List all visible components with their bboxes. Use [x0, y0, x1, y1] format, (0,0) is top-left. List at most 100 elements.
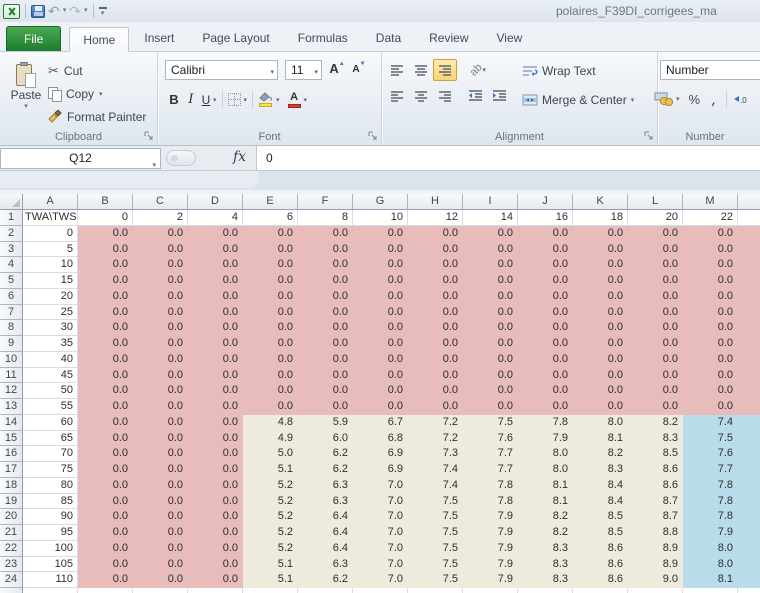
cell[interactable]: 0.0: [78, 273, 133, 289]
cell[interactable]: 0.0: [133, 273, 188, 289]
cell[interactable]: 0.0: [683, 304, 738, 321]
cell[interactable]: 0.0: [408, 273, 463, 289]
cell[interactable]: 8.4: [573, 477, 628, 494]
cell[interactable]: 0.0: [683, 351, 738, 368]
cell[interactable]: 8.2: [628, 414, 683, 431]
cell[interactable]: 7.7: [683, 462, 738, 478]
row-header-23[interactable]: 23: [0, 556, 23, 573]
copy-button[interactable]: Copy ▾: [48, 84, 103, 104]
cell[interactable]: 0.0: [628, 257, 683, 273]
cell[interactable]: 0.0: [298, 399, 353, 415]
cell[interactable]: 0.0: [298, 273, 353, 289]
cell[interactable]: 7.8: [683, 509, 738, 525]
cell[interactable]: 6.9: [353, 446, 408, 462]
paste-button[interactable]: Paste ▾: [6, 59, 46, 129]
cell[interactable]: 8.0: [573, 414, 628, 431]
cell[interactable]: 8.0: [683, 540, 738, 557]
cell[interactable]: 0.0: [243, 288, 298, 305]
cell[interactable]: 0.0: [243, 273, 298, 289]
cell[interactable]: 0.0: [738, 241, 760, 258]
row-header-25[interactable]: [0, 588, 23, 593]
cell[interactable]: 7.0: [353, 477, 408, 494]
cell[interactable]: 0.0: [463, 336, 518, 352]
cell[interactable]: 0.0: [463, 383, 518, 399]
cell[interactable]: 55: [23, 399, 78, 415]
tab-page-layout[interactable]: Page Layout: [189, 26, 282, 51]
cell[interactable]: 7.8: [463, 477, 518, 494]
cell[interactable]: 7.4: [408, 462, 463, 478]
cell[interactable]: 0.0: [243, 367, 298, 384]
tab-file[interactable]: File: [6, 26, 62, 51]
cell[interactable]: 7.2: [738, 572, 760, 588]
underline-button[interactable]: U: [199, 93, 213, 107]
cell[interactable]: 0.0: [683, 383, 738, 399]
cell[interactable]: 0.0: [188, 367, 243, 384]
cell[interactable]: 0.0: [408, 383, 463, 399]
cell[interactable]: 0.0: [518, 241, 573, 258]
cell[interactable]: 8.6: [573, 556, 628, 573]
cell[interactable]: 0.0: [683, 257, 738, 273]
cell[interactable]: 8.6: [573, 540, 628, 557]
cell[interactable]: 0.0: [298, 383, 353, 399]
cell[interactable]: 8.1: [518, 477, 573, 494]
redo-caret-icon[interactable]: ▾: [84, 7, 88, 15]
column-header-F[interactable]: F: [298, 194, 353, 210]
cell[interactable]: 0.0: [573, 336, 628, 352]
merge-center-button[interactable]: Merge & Center ▾: [522, 89, 634, 111]
cell[interactable]: 0.0: [188, 241, 243, 258]
cell[interactable]: 7.9: [463, 540, 518, 557]
underline-caret-icon[interactable]: ▾: [213, 96, 217, 104]
cell[interactable]: 0.0: [518, 304, 573, 321]
cell[interactable]: 0.0: [188, 304, 243, 321]
font-dialog-launcher[interactable]: [368, 131, 378, 141]
cell[interactable]: 0.0: [78, 257, 133, 273]
cell[interactable]: 12: [408, 210, 463, 226]
cell[interactable]: 7.0: [738, 509, 760, 525]
cell[interactable]: 16: [518, 210, 573, 226]
name-box-splitter[interactable]: [166, 150, 196, 166]
cell[interactable]: 7.5: [463, 414, 518, 431]
font-color-button[interactable]: A: [287, 91, 301, 108]
cell[interactable]: 0.0: [408, 367, 463, 384]
cell[interactable]: 0.0: [518, 351, 573, 368]
cell[interactable]: 7.9: [683, 525, 738, 541]
cell[interactable]: 6.4: [298, 509, 353, 525]
cell[interactable]: 20: [628, 210, 683, 226]
cell[interactable]: 0.0: [738, 225, 760, 242]
cell[interactable]: 0.0: [78, 477, 133, 494]
row-header-11[interactable]: 11: [0, 367, 23, 384]
cell[interactable]: 85: [23, 493, 78, 510]
cell[interactable]: 75: [23, 462, 78, 478]
cell[interactable]: 0.0: [408, 351, 463, 368]
cell[interactable]: 7.5: [408, 540, 463, 557]
cell[interactable]: 95: [23, 525, 78, 541]
cell[interactable]: [298, 588, 353, 593]
cell[interactable]: 7.0: [353, 572, 408, 588]
cell[interactable]: [628, 588, 683, 593]
save-button[interactable]: [31, 4, 45, 18]
column-header-G[interactable]: G: [353, 194, 408, 210]
cell[interactable]: [23, 588, 78, 593]
cell[interactable]: 7.5: [408, 509, 463, 525]
row-header-7[interactable]: 7: [0, 304, 23, 321]
cell[interactable]: 0.0: [243, 383, 298, 399]
cell[interactable]: 5.2: [243, 540, 298, 557]
cell[interactable]: 110: [23, 572, 78, 588]
cell[interactable]: 0.0: [573, 304, 628, 321]
cell[interactable]: 0.0: [738, 320, 760, 336]
cell[interactable]: 6.2: [298, 572, 353, 588]
cell[interactable]: 0.0: [188, 257, 243, 273]
cell[interactable]: 7.7: [463, 462, 518, 478]
cell[interactable]: 0.0: [683, 367, 738, 384]
column-header-N[interactable]: N: [738, 194, 760, 210]
cell[interactable]: 6.9: [353, 462, 408, 478]
row-header-16[interactable]: 16: [0, 446, 23, 462]
cell[interactable]: 0.0: [738, 257, 760, 273]
cell[interactable]: 6.3: [298, 477, 353, 494]
cell[interactable]: 7.1: [738, 540, 760, 557]
cell[interactable]: 20: [23, 288, 78, 305]
top-align-button[interactable]: [385, 59, 409, 81]
cell[interactable]: 4: [188, 210, 243, 226]
cell[interactable]: 5.0: [243, 446, 298, 462]
select-all-button[interactable]: [0, 194, 23, 210]
